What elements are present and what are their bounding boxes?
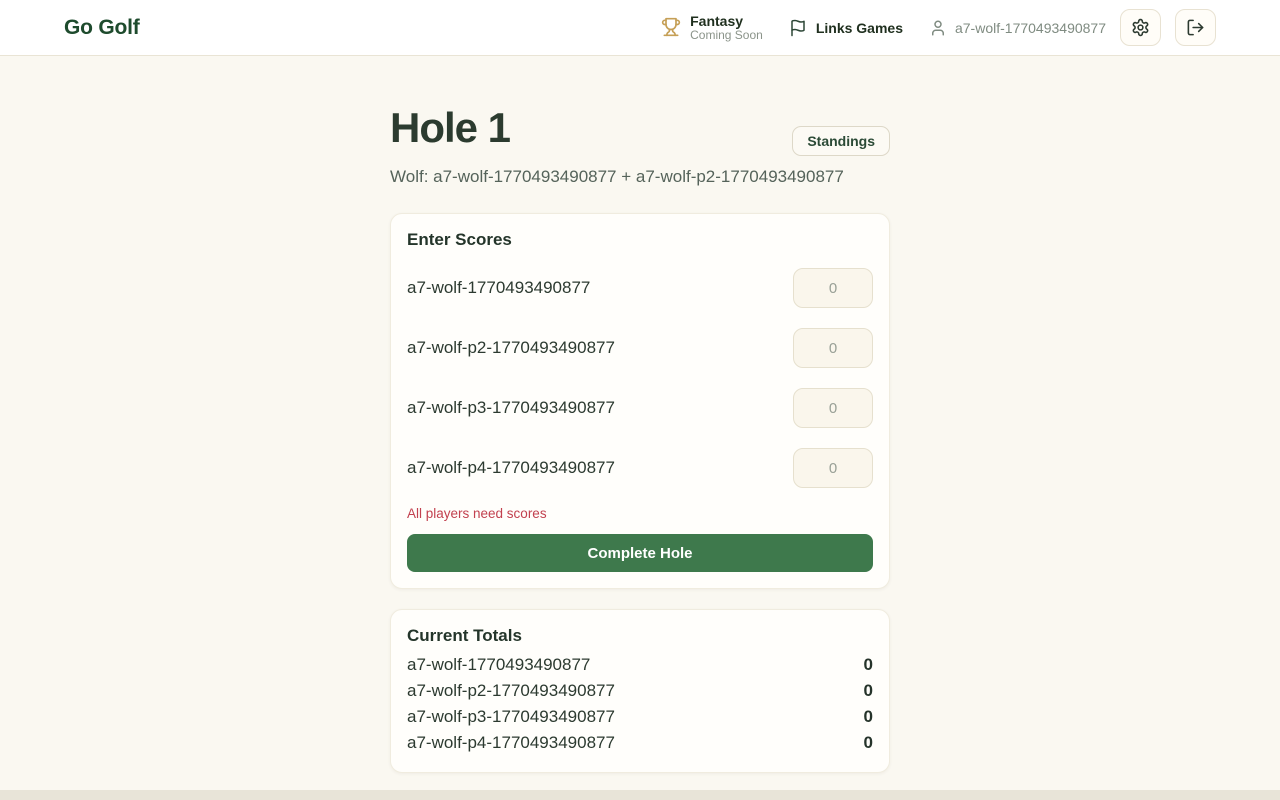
- header-buttons: [1120, 9, 1216, 46]
- app-header: Go Golf Fantasy Coming Soon: [0, 0, 1280, 56]
- player-name: a7-wolf-1770493490877: [407, 278, 590, 298]
- page-subtitle: Wolf: a7-wolf-1770493490877 + a7-wolf-p2…: [390, 167, 890, 187]
- standings-button[interactable]: Standings: [792, 126, 890, 156]
- score-row: a7-wolf-1770493490877: [407, 268, 873, 308]
- nav-links-games-label: Links Games: [816, 20, 903, 36]
- player-name: a7-wolf-p2-1770493490877: [407, 338, 615, 358]
- trophy-icon: [661, 17, 681, 37]
- score-input-player-3[interactable]: [793, 388, 873, 428]
- gear-icon: [1131, 18, 1150, 37]
- score-input-player-4[interactable]: [793, 448, 873, 488]
- score-row: a7-wolf-p3-1770493490877: [407, 388, 873, 428]
- score-input-player-1[interactable]: [793, 268, 873, 308]
- user-chip: a7-wolf-1770493490877: [929, 19, 1106, 37]
- player-name: a7-wolf-p3-1770493490877: [407, 398, 615, 418]
- totals-list: a7-wolf-1770493490877 0 a7-wolf-p2-17704…: [407, 652, 873, 756]
- logout-button[interactable]: [1175, 9, 1216, 46]
- total-row: a7-wolf-p4-1770493490877 0: [407, 730, 873, 756]
- page-bottom-strip: [0, 790, 1280, 800]
- complete-hole-button[interactable]: Complete Hole: [407, 534, 873, 572]
- nav-item-fantasy[interactable]: Fantasy Coming Soon: [661, 13, 763, 43]
- flag-icon: [789, 19, 807, 37]
- current-totals-card: Current Totals a7-wolf-1770493490877 0 a…: [390, 609, 890, 773]
- nav-fantasy-sublabel: Coming Soon: [690, 29, 763, 43]
- page-title: Hole 1: [390, 105, 510, 151]
- total-player-name: a7-wolf-p4-1770493490877: [407, 730, 615, 756]
- total-row: a7-wolf-1770493490877 0: [407, 652, 873, 678]
- title-row: Hole 1 Standings: [390, 105, 890, 156]
- player-name: a7-wolf-p4-1770493490877: [407, 458, 615, 478]
- main-content: Hole 1 Standings Wolf: a7-wolf-177049349…: [390, 56, 890, 773]
- score-input-player-2[interactable]: [793, 328, 873, 368]
- logout-icon: [1186, 18, 1205, 37]
- total-row: a7-wolf-p2-1770493490877 0: [407, 678, 873, 704]
- enter-scores-card: Enter Scores a7-wolf-1770493490877 a7-wo…: [390, 213, 890, 589]
- total-player-name: a7-wolf-1770493490877: [407, 652, 590, 678]
- nav-fantasy-label: Fantasy: [690, 13, 763, 29]
- total-value: 0: [864, 704, 873, 730]
- total-player-name: a7-wolf-p2-1770493490877: [407, 678, 615, 704]
- validation-error: All players need scores: [407, 506, 873, 521]
- current-totals-heading: Current Totals: [407, 626, 873, 646]
- enter-scores-heading: Enter Scores: [407, 230, 873, 250]
- total-value: 0: [864, 730, 873, 756]
- settings-button[interactable]: [1120, 9, 1161, 46]
- total-row: a7-wolf-p3-1770493490877 0: [407, 704, 873, 730]
- app-logo[interactable]: Go Golf: [64, 16, 140, 40]
- total-value: 0: [864, 678, 873, 704]
- user-name: a7-wolf-1770493490877: [955, 20, 1106, 36]
- header-nav: Fantasy Coming Soon Links Games a7-wolf-…: [661, 9, 1216, 46]
- nav-item-links-games[interactable]: Links Games: [789, 19, 903, 37]
- score-row: a7-wolf-p4-1770493490877: [407, 448, 873, 488]
- total-value: 0: [864, 652, 873, 678]
- total-player-name: a7-wolf-p3-1770493490877: [407, 704, 615, 730]
- user-icon: [929, 19, 947, 37]
- score-row: a7-wolf-p2-1770493490877: [407, 328, 873, 368]
